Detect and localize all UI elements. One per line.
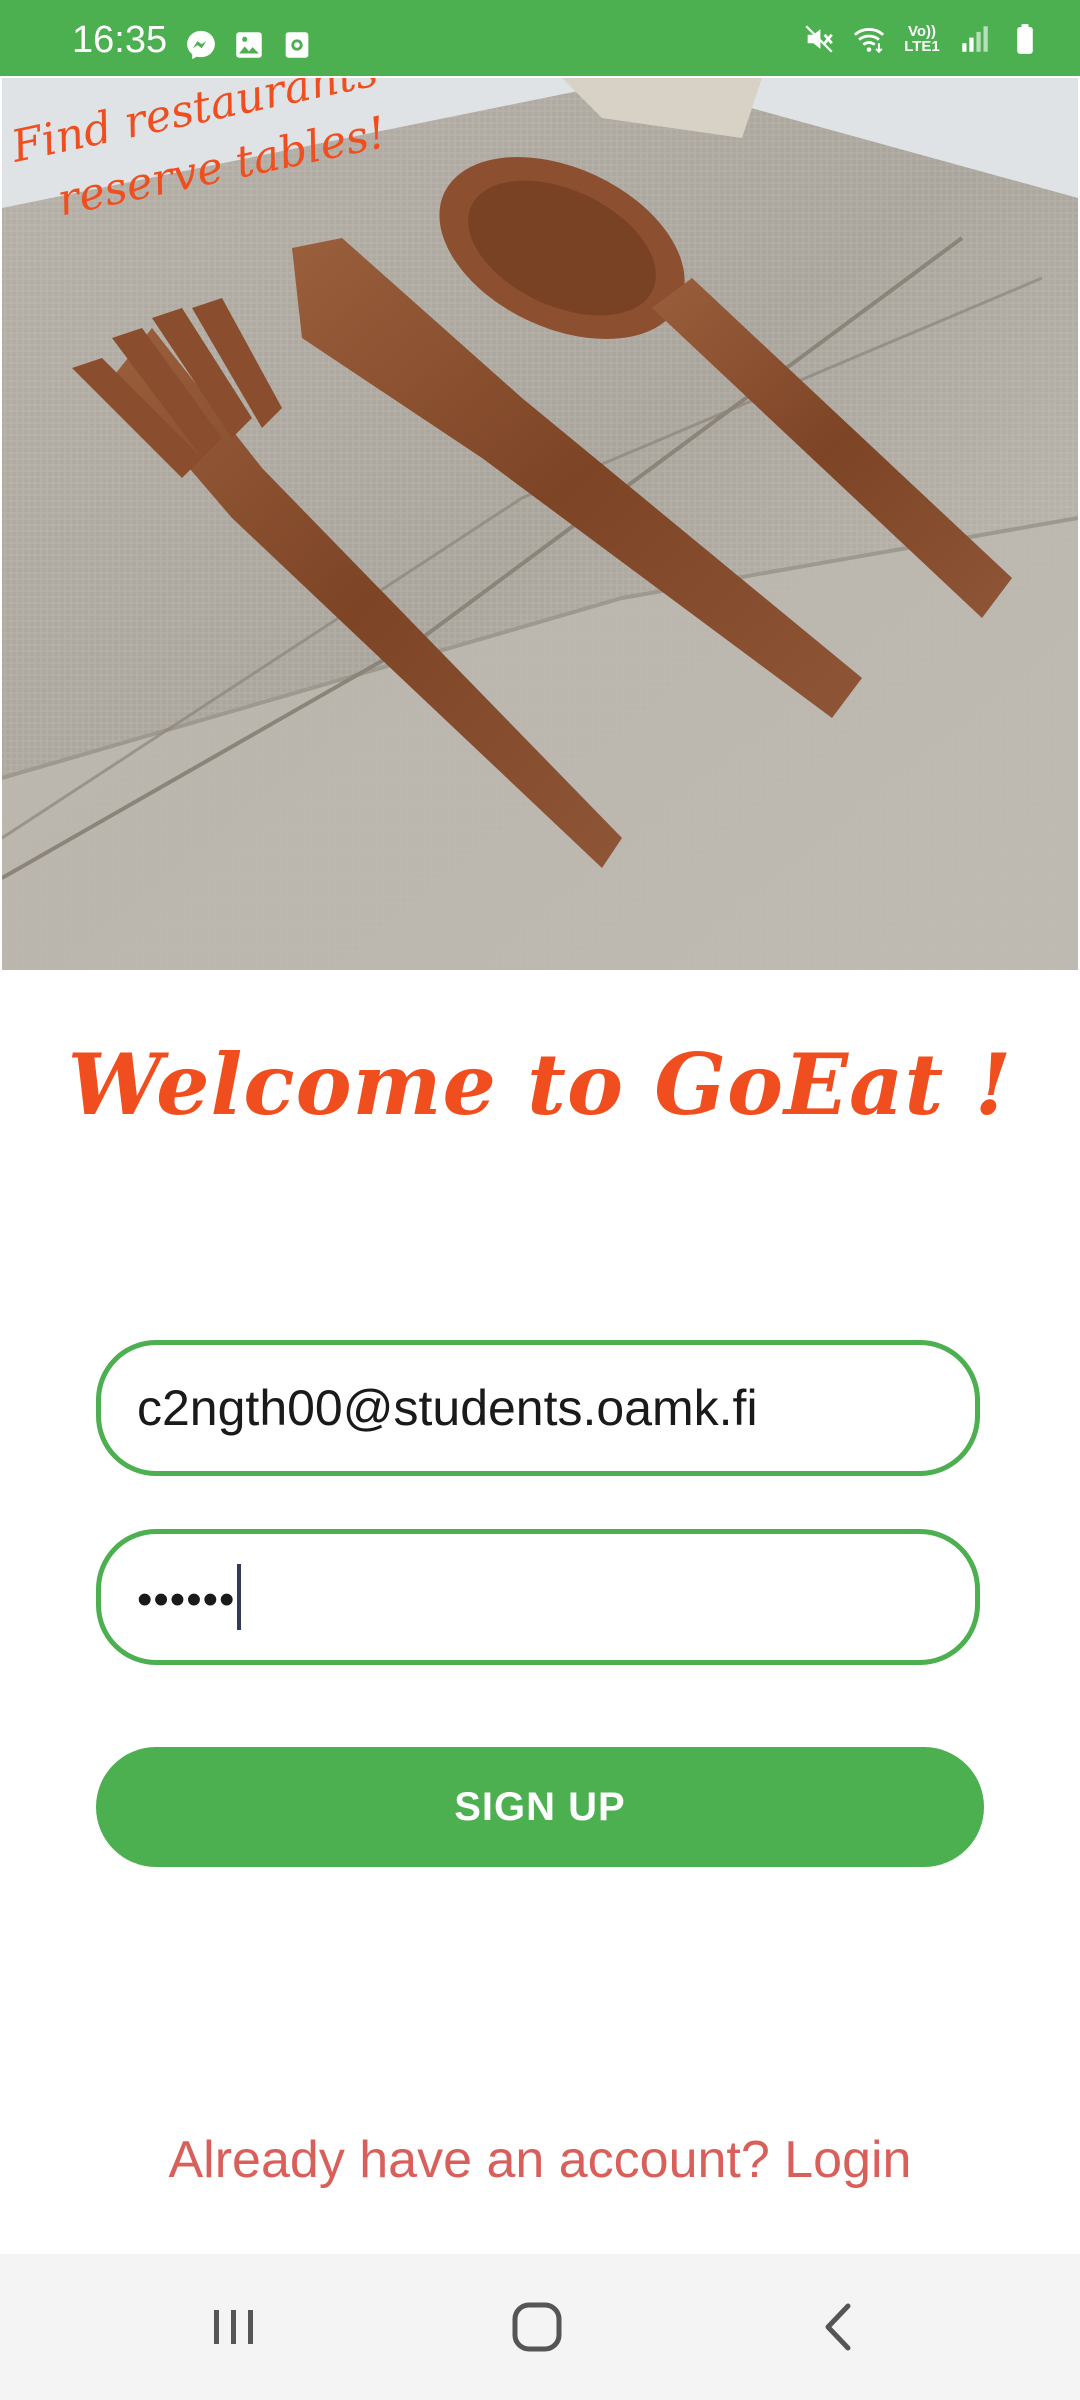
- email-value: c2ngth00@students.oamk.fi: [137, 1380, 758, 1436]
- password-dots: ••••••: [137, 1575, 236, 1624]
- password-value: ••••••: [137, 1534, 242, 1660]
- signal-icon: [958, 22, 992, 56]
- status-time: 16:35: [72, 19, 168, 61]
- email-field[interactable]: c2ngth00@students.oamk.fi: [96, 1340, 980, 1476]
- text-cursor: [237, 1563, 242, 1630]
- signup-button[interactable]: SIGN UP: [96, 1747, 984, 1867]
- cutlery-illustration: [2, 78, 1078, 970]
- welcome-title: Welcome to GoEat !: [67, 1035, 1013, 1134]
- volte-icon: Vo)) LTE1: [904, 23, 940, 55]
- status-bar: 16:35 Vo)) LTE1: [0, 0, 1080, 76]
- password-field[interactable]: ••••••: [96, 1529, 980, 1665]
- hero-image: Find restaurants reserve tables!: [2, 78, 1078, 970]
- recent-apps-icon[interactable]: [194, 2292, 274, 2362]
- home-icon[interactable]: [497, 2292, 577, 2362]
- gallery-icon: [232, 28, 266, 62]
- signup-screen: 16:35 Vo)) LTE1 Find restaurants reserve…: [0, 0, 1080, 2400]
- notification-icons: [184, 28, 314, 62]
- navigation-bar: [0, 2254, 1080, 2400]
- back-icon[interactable]: [800, 2292, 880, 2362]
- wifi-icon: [852, 22, 886, 56]
- login-link[interactable]: Already have an account? Login: [0, 2125, 1080, 2195]
- battery-icon: [1008, 22, 1042, 56]
- screen-recorder-icon: [280, 28, 314, 62]
- messenger-icon: [184, 28, 218, 62]
- system-icons: Vo)) LTE1: [802, 22, 1042, 56]
- mute-icon: [802, 22, 836, 56]
